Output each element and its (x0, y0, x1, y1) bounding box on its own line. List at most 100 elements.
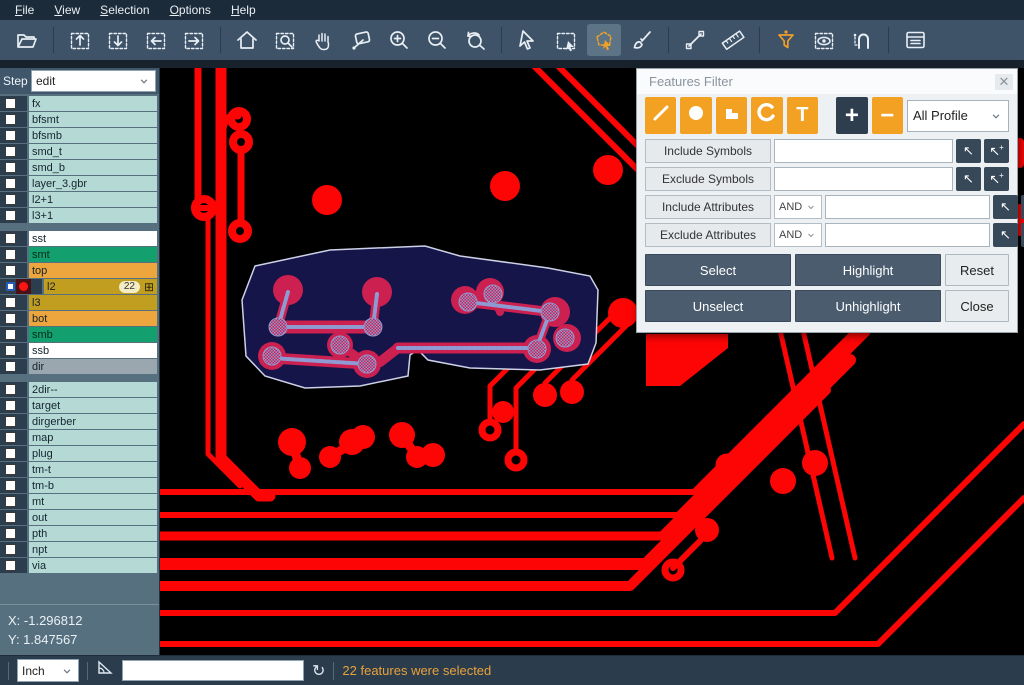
pick-from-canvas-button[interactable]: ↖ (956, 167, 981, 191)
layer-name[interactable]: smb (29, 327, 157, 342)
filter-remove-button[interactable]: − (872, 97, 903, 134)
layer-row-pth[interactable]: pth (0, 526, 159, 541)
menu-view[interactable]: View (45, 1, 89, 19)
tool-open-file[interactable] (10, 24, 44, 56)
layer-name[interactable]: bfsmt (29, 112, 157, 127)
units-select[interactable]: Inch (17, 659, 79, 682)
layer-row-via[interactable]: via (0, 558, 159, 573)
filter-row-label-button[interactable]: Include Symbols (645, 139, 771, 163)
layer-visibility-checkbox[interactable] (5, 130, 16, 141)
layer-name[interactable]: l3+1 (29, 208, 157, 223)
unselect-button[interactable]: Unselect (645, 290, 791, 322)
layer-visibility-checkbox[interactable] (5, 297, 16, 308)
tool-zoom-window[interactable] (268, 24, 302, 56)
layer-name[interactable]: tm-t (29, 462, 157, 477)
pick-add-from-canvas-button[interactable]: ↖+ (984, 167, 1009, 191)
layer-row-map[interactable]: map (0, 430, 159, 445)
layer-visibility-checkbox[interactable] (5, 146, 16, 157)
filter-row-label-button[interactable]: Exclude Symbols (645, 167, 771, 191)
select-button[interactable]: Select (645, 254, 791, 286)
tool-pan-hand[interactable] (306, 24, 340, 56)
tool-zoom-area[interactable] (344, 24, 378, 56)
layer-row-bot[interactable]: bot (0, 311, 159, 326)
layer-visibility-checkbox[interactable] (5, 114, 16, 125)
menu-options[interactable]: Options (161, 1, 220, 19)
layer-row-smt[interactable]: smt (0, 247, 159, 262)
layer-name[interactable]: smd_b (29, 160, 157, 175)
layer-name[interactable]: bfsmb (29, 128, 157, 143)
layer-name[interactable]: plug (29, 446, 157, 461)
filter-value-input[interactable] (825, 195, 990, 219)
layer-name[interactable]: dirgerber (29, 414, 157, 429)
layer-name[interactable]: out (29, 510, 157, 525)
dialog-close-button[interactable]: ✕ (995, 74, 1013, 90)
pick-from-canvas-button[interactable]: ↖ (956, 139, 981, 163)
menu-selection[interactable]: Selection (91, 1, 158, 19)
layer-name[interactable]: smt (29, 247, 157, 262)
layer-visibility-checkbox[interactable] (5, 178, 16, 189)
layer-visibility-checkbox[interactable] (5, 416, 16, 427)
layer-row-smd_t[interactable]: smd_t (0, 144, 159, 159)
layer-row-ssb[interactable]: ssb (0, 343, 159, 358)
layer-name[interactable]: sst (29, 231, 157, 246)
layer-visibility-checkbox[interactable] (5, 496, 16, 507)
layer-row-layer_3.gbr[interactable]: layer_3.gbr (0, 176, 159, 191)
layer-name[interactable]: layer_3.gbr (29, 176, 157, 191)
reset-button[interactable]: Reset (945, 254, 1009, 286)
layer-visibility-checkbox[interactable] (5, 512, 16, 523)
filter-arc-feature-button[interactable] (751, 97, 782, 134)
layer-visibility-checkbox[interactable] (5, 265, 16, 276)
layer-name[interactable]: npt (29, 542, 157, 557)
layer-visibility-checkbox[interactable] (5, 361, 16, 372)
layer-visibility-checkbox[interactable] (5, 448, 16, 459)
filter-line-feature-button[interactable] (645, 97, 676, 134)
layer-row-dirgerber[interactable]: dirgerber (0, 414, 159, 429)
filter-row-label-button[interactable]: Exclude Attributes (645, 223, 771, 247)
tool-measure-ruler[interactable] (716, 24, 750, 56)
layer-grid-icon[interactable]: ⊞ (144, 280, 154, 294)
refresh-icon[interactable]: ↻ (312, 661, 325, 681)
tool-measure-distance[interactable] (678, 24, 712, 56)
tool-report[interactable] (898, 24, 932, 56)
layer-visibility-checkbox[interactable] (5, 384, 16, 395)
layer-name[interactable]: fx (29, 96, 157, 111)
layer-name[interactable]: l222⊞ (44, 279, 157, 294)
close-button[interactable]: Close (945, 290, 1009, 322)
filter-surface-feature-button[interactable] (716, 97, 747, 134)
layer-row-fx[interactable]: fx (0, 96, 159, 111)
filter-value-input[interactable] (774, 167, 953, 191)
layer-row-bfsmt[interactable]: bfsmt (0, 112, 159, 127)
layer-row-smb[interactable]: smb (0, 327, 159, 342)
layer-visibility-checkbox[interactable] (5, 281, 16, 292)
layer-row-npt[interactable]: npt (0, 542, 159, 557)
layer-visibility-checkbox[interactable] (5, 400, 16, 411)
layer-visibility-checkbox[interactable] (5, 480, 16, 491)
highlight-button[interactable]: Highlight (795, 254, 941, 286)
layer-visibility-checkbox[interactable] (5, 432, 16, 443)
tool-select-rectangle[interactable] (549, 24, 583, 56)
layer-row-plug[interactable]: plug (0, 446, 159, 461)
layer-row-dir[interactable]: dir (0, 359, 159, 374)
filter-value-input[interactable] (774, 139, 953, 163)
tool-net-loop[interactable] (845, 24, 879, 56)
snap-angle-icon[interactable] (96, 660, 114, 681)
layer-visibility-checkbox[interactable] (5, 98, 16, 109)
layer-name[interactable]: 2dir-- (29, 382, 157, 397)
command-input[interactable] (122, 660, 304, 681)
layer-row-smd_b[interactable]: smd_b (0, 160, 159, 175)
layer-row-tm-t[interactable]: tm-t (0, 462, 159, 477)
layer-visibility-checkbox[interactable] (5, 464, 16, 475)
layer-row-mt[interactable]: mt (0, 494, 159, 509)
layer-row-out[interactable]: out (0, 510, 159, 525)
layer-name[interactable]: pth (29, 526, 157, 541)
tool-pan-up[interactable] (63, 24, 97, 56)
tool-zoom-home[interactable] (230, 24, 264, 56)
tool-view-highlight[interactable] (807, 24, 841, 56)
filter-add-button[interactable]: + (836, 97, 867, 134)
tool-pan-down[interactable] (101, 24, 135, 56)
tool-zoom-out[interactable] (420, 24, 454, 56)
tool-pan-left[interactable] (139, 24, 173, 56)
layer-visibility-checkbox[interactable] (5, 528, 16, 539)
tool-zoom-previous[interactable] (458, 24, 492, 56)
tool-pan-right[interactable] (177, 24, 211, 56)
